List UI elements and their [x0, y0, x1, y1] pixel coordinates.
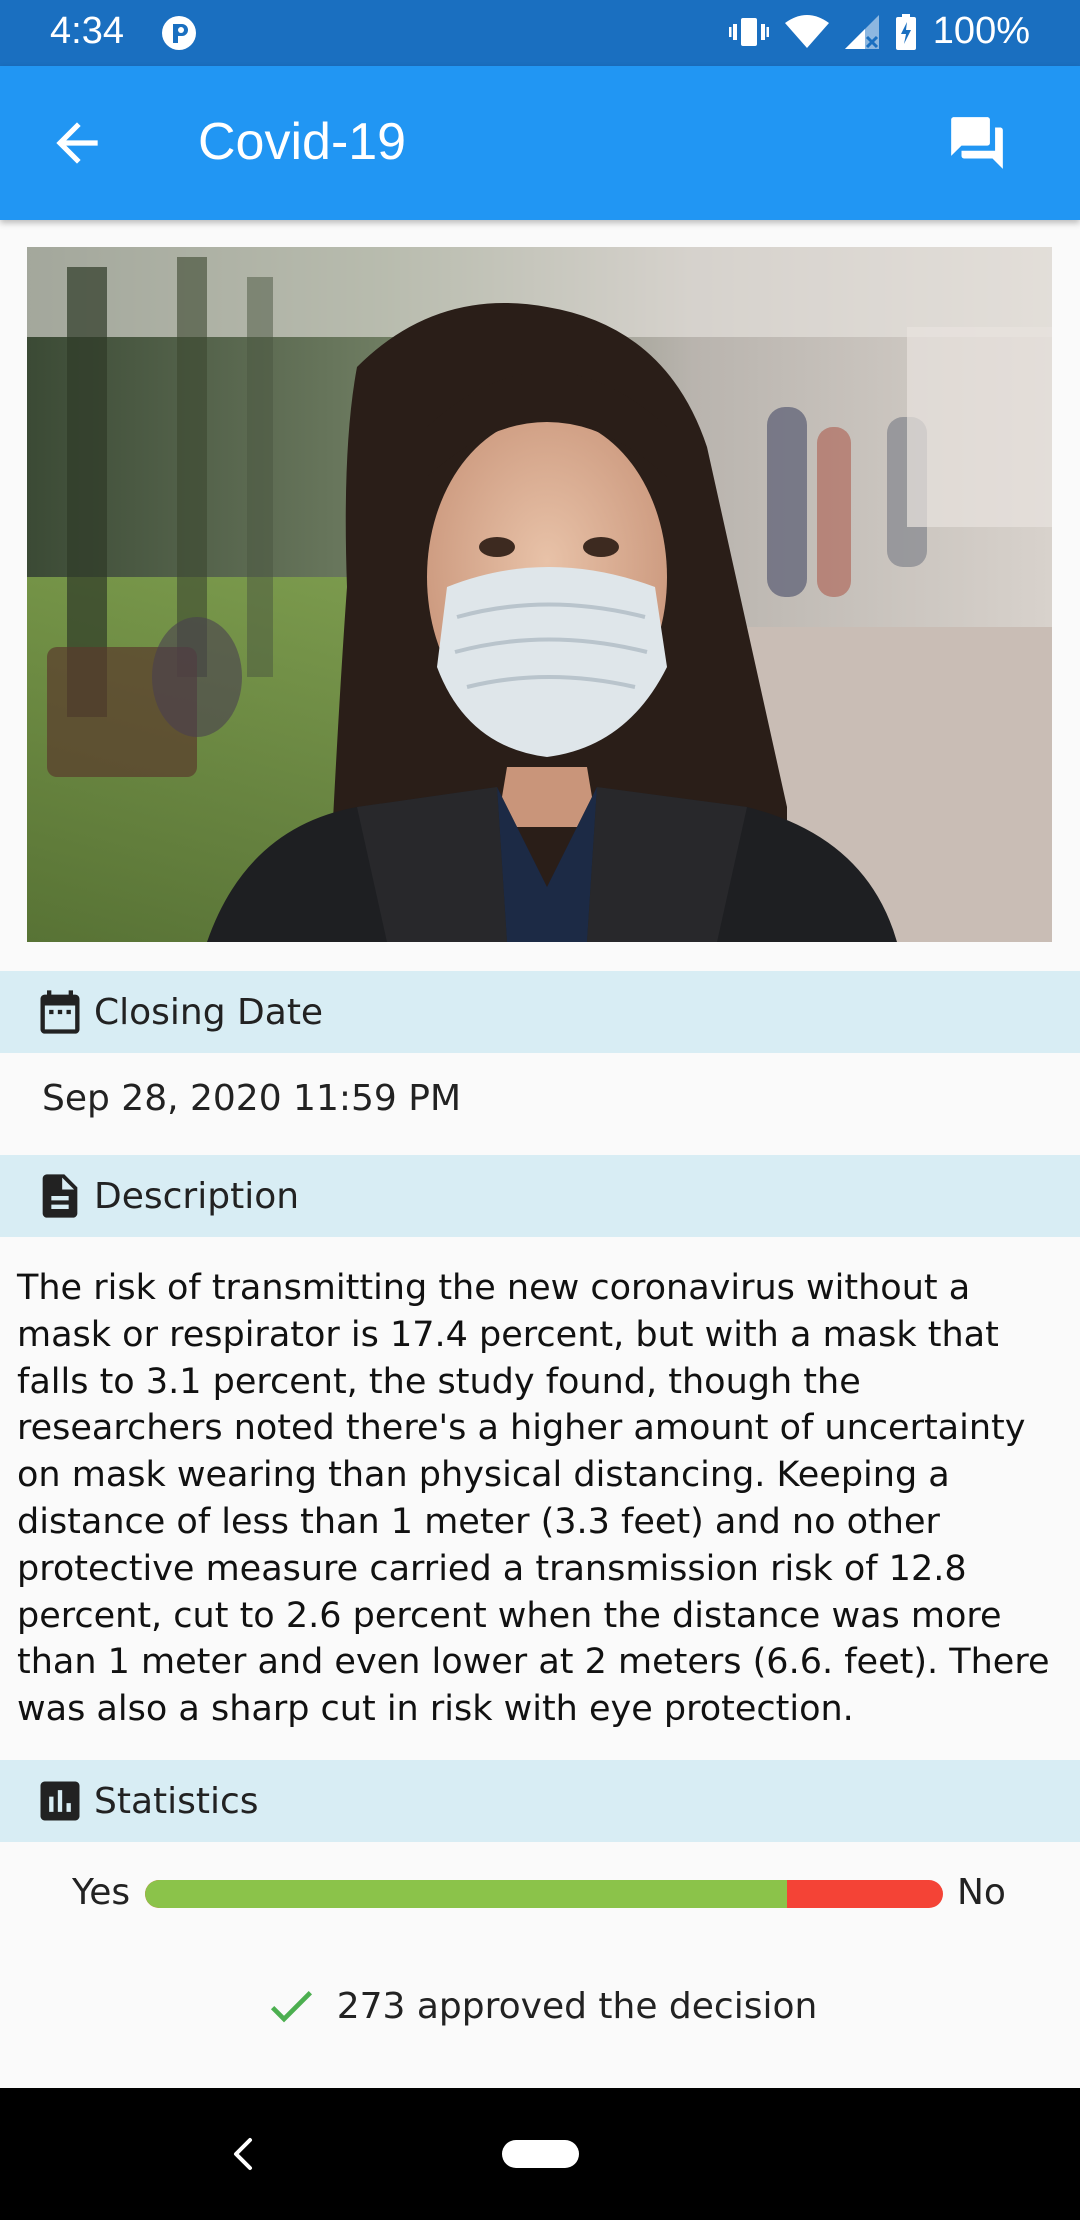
- description-header: Description: [0, 1155, 1080, 1237]
- document-icon: [42, 1174, 78, 1218]
- check-icon: [270, 1991, 312, 2023]
- section-title: Description: [94, 1175, 300, 1217]
- nav-home-pill[interactable]: [502, 2140, 579, 2168]
- no-label: No: [957, 1872, 1006, 1913]
- app-notification-icon: [162, 16, 196, 50]
- calendar-icon: [40, 990, 80, 1034]
- yes-label: Yes: [72, 1872, 131, 1913]
- section-title: Statistics: [94, 1780, 259, 1822]
- status-bar: 4:34 100%: [0, 0, 1080, 66]
- approved-summary: 273 approved the decision: [0, 1978, 1080, 2034]
- status-time: 4:34: [50, 10, 124, 52]
- vote-statistics: Yes No: [0, 1862, 1080, 1926]
- hero-photo: [27, 247, 1052, 942]
- forum-icon[interactable]: [946, 112, 1008, 174]
- vibrate-icon: [728, 17, 769, 46]
- page-title: Covid-19: [198, 113, 407, 171]
- app-bar: Covid-19: [0, 66, 1080, 220]
- system-navigation-bar: [0, 2088, 1080, 2220]
- description-text: The risk of transmitting the new coronav…: [17, 1268, 1050, 1730]
- battery-percentage: 100%: [932, 10, 1030, 52]
- approved-count-text: 273 approved the decision: [336, 1985, 818, 2027]
- statistics-header: Statistics: [0, 1760, 1080, 1842]
- closing-date-value: Sep 28, 2020 11:59 PM: [42, 1078, 462, 1119]
- nav-back-icon[interactable]: [222, 2132, 266, 2176]
- section-title: Closing Date: [94, 991, 324, 1033]
- wifi-icon: [784, 14, 829, 48]
- vote-bar-yes-fill: [145, 1880, 788, 1908]
- hero-image: [27, 247, 1052, 942]
- arrow-left-icon[interactable]: [46, 112, 108, 174]
- closing-date-header: Closing Date: [0, 971, 1080, 1053]
- battery-charging-icon: [895, 13, 916, 50]
- status-icons: 100%: [728, 10, 1030, 53]
- bar-chart-icon: [40, 1781, 80, 1821]
- vote-progress-bar: [145, 1880, 943, 1908]
- cellular-signal-icon: [844, 14, 879, 49]
